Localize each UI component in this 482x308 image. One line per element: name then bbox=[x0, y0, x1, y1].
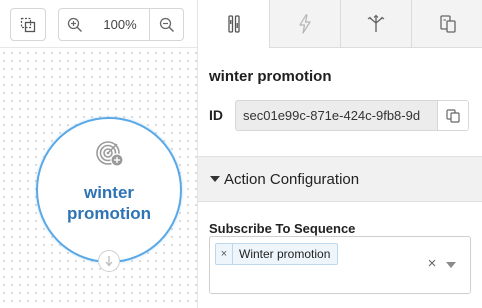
select-area-icon bbox=[20, 17, 36, 32]
workflow-node-winter-promotion[interactable]: winter promotion bbox=[36, 117, 182, 272]
id-label: ID bbox=[209, 107, 223, 123]
tag-remove-button[interactable]: × bbox=[216, 244, 233, 264]
copy-id-button[interactable] bbox=[437, 101, 468, 130]
action-title: winter promotion bbox=[209, 68, 332, 85]
canvas-toolbar: 100% bbox=[0, 0, 197, 48]
id-value[interactable]: sec01e99c-871e-424c-9fb8-9d bbox=[243, 108, 436, 123]
id-field[interactable]: sec01e99c-871e-424c-9fb8-9d bbox=[235, 100, 469, 131]
target-add-icon bbox=[96, 141, 124, 167]
copy-layout-icon bbox=[439, 14, 456, 33]
tab-layout[interactable] bbox=[411, 0, 482, 48]
lightning-icon bbox=[299, 13, 311, 34]
node-title-line1: winter bbox=[83, 183, 135, 202]
dropdown-arrow-icon[interactable] bbox=[446, 262, 456, 268]
tag-label: Winter promotion bbox=[239, 247, 331, 261]
zoom-out-button[interactable] bbox=[149, 8, 184, 41]
properties-panel: winter promotion ID sec01e99c-871e-424c-… bbox=[197, 0, 482, 308]
panel-tabs bbox=[198, 0, 482, 48]
tab-triggers[interactable] bbox=[269, 0, 340, 48]
caret-down-icon bbox=[210, 176, 220, 182]
arrow-down-icon bbox=[105, 256, 113, 267]
tab-branches[interactable] bbox=[340, 0, 411, 48]
action-configuration-section[interactable]: Action Configuration bbox=[198, 156, 482, 202]
workflow-canvas[interactable]: 100% winter promotion bbox=[0, 0, 197, 308]
node-output-port[interactable] bbox=[98, 250, 120, 272]
settings-sliders-icon bbox=[227, 15, 240, 33]
zoom-level-display: 100% bbox=[91, 8, 149, 41]
copy-icon bbox=[446, 108, 460, 123]
select-tool-button[interactable] bbox=[10, 8, 46, 41]
subscribe-sequence-select[interactable]: × Winter promotion × bbox=[209, 236, 471, 294]
subscribe-sequence-label: Subscribe To Sequence bbox=[209, 221, 356, 236]
zoom-out-icon bbox=[159, 17, 174, 32]
branch-icon bbox=[367, 14, 385, 32]
node-title: winter promotion bbox=[38, 182, 180, 224]
tab-settings[interactable] bbox=[198, 0, 269, 48]
section-title: Action Configuration bbox=[224, 171, 360, 188]
selected-tag: × Winter promotion bbox=[215, 243, 339, 265]
clear-selection-button[interactable]: × bbox=[425, 255, 439, 272]
zoom-in-icon bbox=[67, 17, 82, 32]
zoom-in-button[interactable] bbox=[58, 8, 92, 41]
node-title-line2: promotion bbox=[66, 204, 152, 223]
